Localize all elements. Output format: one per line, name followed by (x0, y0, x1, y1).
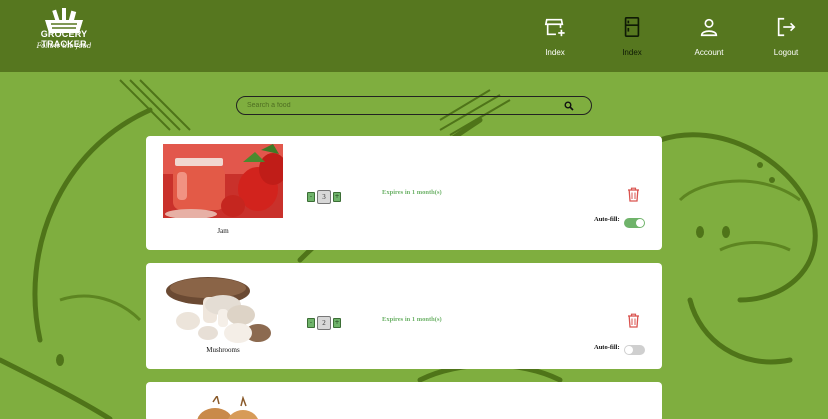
search-input[interactable] (247, 99, 562, 112)
logo[interactable]: GROCERY TRACKER Follow the food (18, 6, 110, 58)
quantity-stepper: - + (307, 190, 341, 204)
increase-button[interactable]: + (333, 192, 341, 202)
food-name: Jam (217, 227, 229, 235)
expiry-text: Expires in 1 month(s) (382, 189, 442, 196)
nav-label: Account (694, 48, 724, 57)
store-add-icon (544, 18, 565, 37)
nav-label: Logout (773, 48, 799, 57)
nav-label: Index (622, 48, 642, 57)
autofill-toggle[interactable] (624, 345, 645, 355)
search-bar (236, 96, 592, 115)
quantity-input[interactable] (317, 316, 331, 330)
food-card (146, 382, 662, 419)
autofill-label: Auto-fill: (594, 344, 620, 351)
nav-account[interactable]: Account (679, 16, 739, 64)
decrease-button[interactable]: - (307, 192, 315, 202)
quantity-stepper: - + (307, 316, 341, 330)
toggle-knob (625, 346, 633, 354)
nav-label: Index (545, 48, 565, 57)
food-image (163, 271, 283, 345)
food-card: Mushrooms - + Expires in 1 month(s) Auto… (146, 263, 662, 369)
food-image (163, 396, 283, 419)
decrease-button[interactable]: - (307, 318, 315, 328)
autofill-toggle[interactable] (624, 218, 645, 228)
nav-index[interactable]: Index (602, 16, 662, 64)
nav-logout[interactable]: Logout (756, 16, 816, 64)
logo-tagline: Follow the food (36, 42, 92, 50)
quantity-input[interactable] (317, 190, 331, 204)
trash-icon[interactable] (627, 313, 640, 328)
nav-index-add[interactable]: Index (525, 16, 585, 64)
expiry-text: Expires in 1 month(s) (382, 316, 442, 323)
logout-icon (777, 17, 796, 37)
fridge-icon (624, 17, 640, 37)
food-card: Jam - + Expires in 1 month(s) Auto-fill: (146, 136, 662, 250)
person-icon (700, 18, 718, 37)
increase-button[interactable]: + (333, 318, 341, 328)
food-image (163, 144, 283, 218)
top-navbar: GROCERY TRACKER Follow the food Index In… (0, 0, 828, 72)
search-icon[interactable] (564, 101, 574, 111)
autofill-label: Auto-fill: (594, 216, 620, 223)
food-name: Mushrooms (206, 346, 240, 354)
trash-icon[interactable] (627, 187, 640, 202)
toggle-knob (636, 219, 644, 227)
